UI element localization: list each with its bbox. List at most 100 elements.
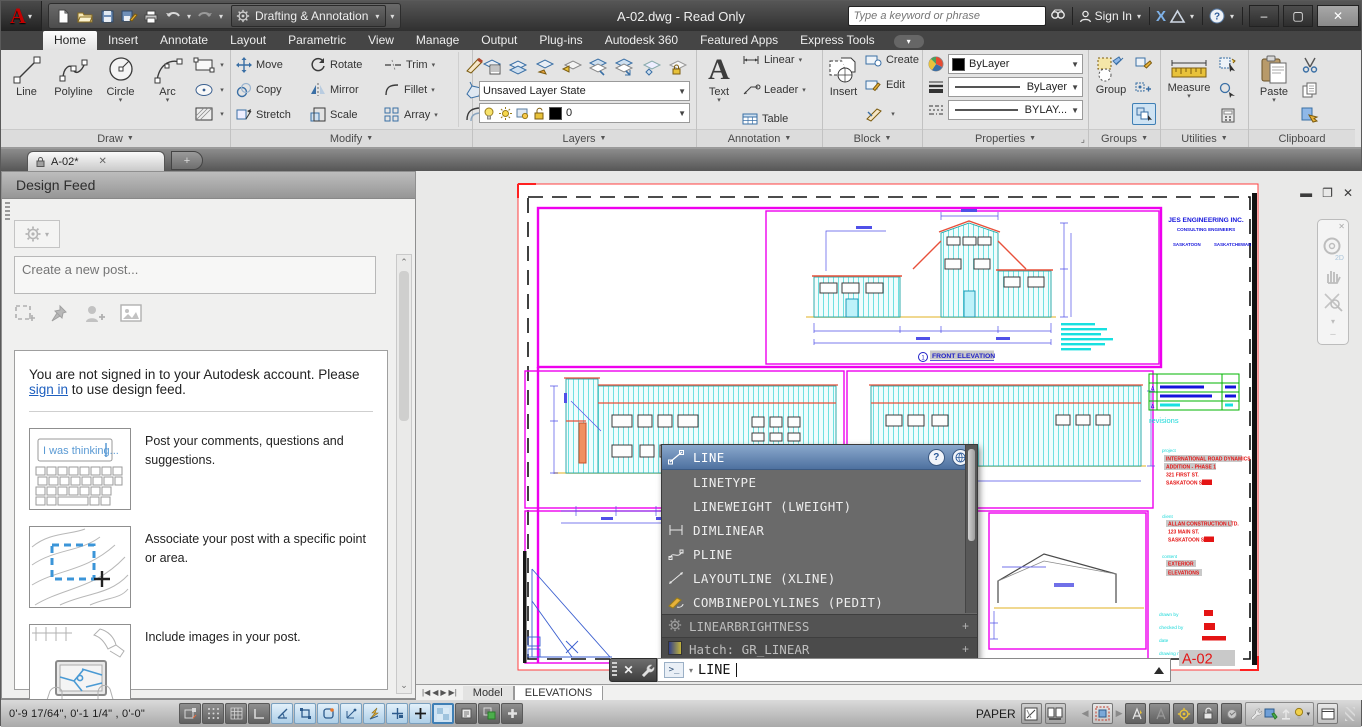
annotation-scale-button[interactable] [1173,703,1194,724]
panel-label-draw[interactable]: Draw▼ [1,129,230,147]
command-history-toggle[interactable] [1154,667,1164,674]
image-icon[interactable] [120,304,142,323]
search-input[interactable] [848,6,1046,26]
tab-home[interactable]: Home [43,31,97,50]
layer-properties-button[interactable] [479,56,505,79]
open-file-button[interactable] [75,6,95,26]
panel-label-modify[interactable]: Modify▼ [231,129,472,147]
group-edit-button[interactable] [1132,79,1154,99]
scroll-down-icon[interactable]: ⌄ [397,680,411,691]
prev-layout-icon[interactable]: ◀ [432,688,438,697]
plot-button[interactable] [141,6,161,26]
expand-icon[interactable]: + [962,642,969,656]
snap-mode-toggle[interactable] [202,703,224,724]
design-feed-title[interactable]: Design Feed [2,172,415,199]
scale-button[interactable]: Scale [308,102,382,127]
tab-output[interactable]: Output [470,31,528,50]
command-grip[interactable] [612,662,617,678]
expand-icon[interactable]: + [962,619,969,633]
drawing-restore-icon[interactable]: ❐ [1322,187,1333,199]
rectangle-button[interactable] [192,54,216,76]
qat-customize-dropdown[interactable]: ▾ [388,12,396,21]
redo-button[interactable] [195,6,215,26]
trim-button[interactable]: Trim▾ [382,52,456,77]
save-button[interactable] [97,6,117,26]
sign-in-link[interactable]: sign in [29,382,68,397]
attributes-dropdown[interactable]: ▾ [888,110,898,118]
linear-dropdown[interactable]: ▾ [799,56,803,64]
navbar-close-icon[interactable]: ✕ [1338,222,1345,231]
arc-dropdown[interactable]: ▾ [166,99,170,103]
file-tab-close-icon[interactable]: ✕ [99,156,107,167]
command-close-icon[interactable]: ✕ [623,663,633,677]
navbar-more-icon[interactable]: ▾ [1331,317,1335,326]
annotation-monitor-toggle[interactable] [501,703,523,724]
circle-dropdown[interactable]: ▾ [119,99,123,103]
ungroup-button[interactable] [1132,54,1154,74]
table-button[interactable]: Table [740,113,819,125]
undo-dropdown[interactable]: ▾ [185,12,193,21]
circle-button[interactable]: Circle ▾ [98,52,143,127]
suggestion-linearbrightness[interactable]: LINEARBRIGHTNESS + [662,614,977,637]
scrollbar-thumb[interactable] [399,271,409,421]
group-button[interactable]: Group [1092,52,1130,127]
associate-area-icon[interactable] [14,304,36,324]
tab-featured-apps[interactable]: Featured Apps [689,31,789,50]
cut-button[interactable] [1298,54,1322,76]
suggestion-lineweight[interactable]: LINEWEIGHT (LWEIGHT) [662,494,977,518]
create-block-button[interactable]: Create [863,54,919,66]
panel-label-clipboard[interactable]: Clipboard [1249,129,1355,147]
make-current-button[interactable] [532,56,558,79]
paste-special-button[interactable] [1298,103,1322,125]
suggestion-xline[interactable]: LAYOUTLINE (XLINE) [662,566,977,590]
rectangle-dropdown[interactable]: ▾ [217,61,227,69]
lineweight-display-toggle[interactable] [409,703,431,724]
autodesk360-icon[interactable]: ▾ [1170,10,1196,23]
mirror-button[interactable]: Mirror [308,77,382,102]
tab-elevations[interactable]: ELEVATIONS [514,686,603,700]
search-icon[interactable] [1050,9,1066,23]
isolate-objects-icon[interactable] [1221,703,1242,724]
recent-commands-dropdown[interactable]: ▾ [689,666,693,675]
measure-dropdown[interactable]: ▾ [1187,95,1191,99]
copy-clip-button[interactable] [1298,79,1322,101]
leader-button[interactable]: Leader▾ [740,84,819,96]
tab-manage[interactable]: Manage [405,31,470,50]
linetype-dropdown[interactable]: BYLAY...▼ [948,100,1083,120]
chevron-down-icon[interactable]: ▾ [1306,710,1310,718]
unisolate-button[interactable] [612,56,638,79]
drawing-minimize-icon[interactable]: ▬ [1300,187,1312,199]
feed-settings-button[interactable]: ▾ [14,220,60,248]
ellipse-dropdown[interactable]: ▾ [217,86,227,94]
stretch-button[interactable]: Stretch [234,102,308,127]
array-button[interactable]: Array▾ [382,102,456,127]
object-color-dropdown[interactable]: ByLayer▼ [948,54,1083,74]
rotate-button[interactable]: Rotate [308,52,382,77]
transparency-toggle[interactable] [432,703,454,724]
new-drawing-tab-button[interactable]: + [171,151,203,170]
array-dropdown[interactable]: ▾ [434,111,438,119]
panel-label-utilities[interactable]: Utilities▼ [1161,129,1248,147]
last-layout-icon[interactable]: ▶| [449,688,457,697]
drawing-quickview-button[interactable] [1045,703,1066,724]
fillet-button[interactable]: Fillet▾ [382,77,456,102]
pin-icon[interactable] [50,304,70,324]
edit-block-button[interactable]: Edit [863,79,919,91]
suggestion-dimlinear[interactable]: DIMLINEAR [662,518,977,542]
lock-button[interactable] [665,56,691,79]
unlock-viewport-icon[interactable] [1197,703,1218,724]
ellipse-button[interactable] [192,79,216,101]
minimize-button[interactable]: – [1249,5,1279,27]
upload-icon[interactable] [1280,707,1292,720]
ortho-mode-toggle[interactable] [248,703,270,724]
new-file-button[interactable] [53,6,73,26]
maximize-button[interactable]: ▢ [1283,5,1313,27]
next-viewport-icon[interactable]: ▶ [1116,708,1123,719]
polyline-button[interactable]: Polyline [51,52,96,127]
freeze-button[interactable] [638,56,664,79]
object-snap-toggle[interactable] [294,703,316,724]
leader-dropdown[interactable]: ▾ [802,86,806,94]
lineweight-dropdown[interactable]: ByLayer▼ [948,77,1083,97]
dynamic-input-toggle[interactable] [386,703,408,724]
annotation-visibility-button[interactable] [1125,703,1146,724]
